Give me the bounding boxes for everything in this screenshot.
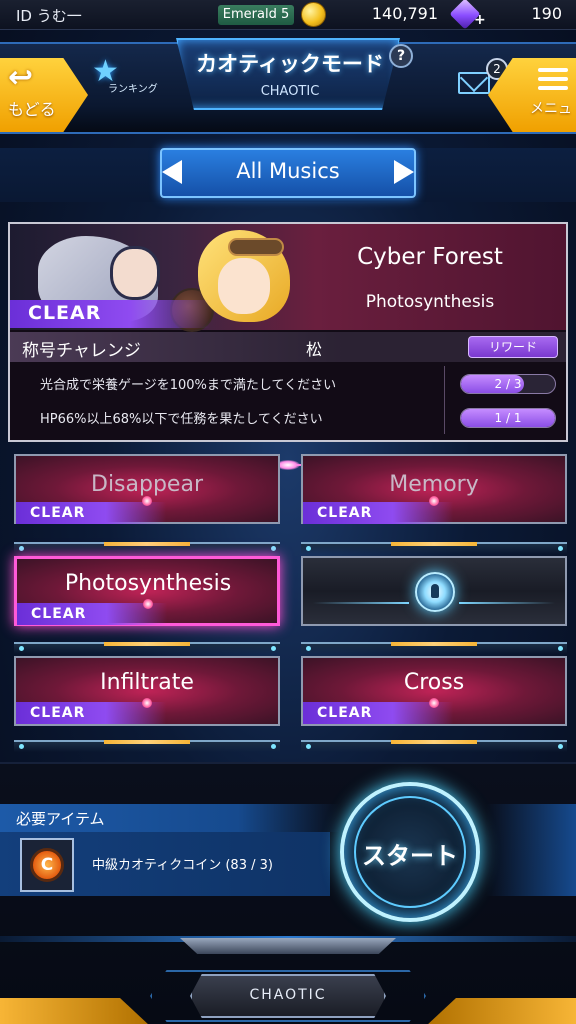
song-card-memory[interactable]: Memory CLEAR — [301, 446, 567, 526]
song-card-title: Memory — [389, 472, 479, 497]
header: ↩ もどる ★ ランキング カオティックモード CHAOTIC ? 2 メニュ — [0, 30, 576, 148]
prev-category-arrow-icon[interactable] — [160, 158, 184, 186]
chaotic-coin-item-icon[interactable]: C — [20, 838, 74, 892]
start-label: スタート — [362, 842, 458, 870]
start-button[interactable]: スタート — [340, 782, 480, 922]
song-card-disappear[interactable]: Disappear CLEAR — [14, 446, 280, 526]
title-challenge-header: 称号チャレンジ 松 リワード — [10, 332, 566, 362]
add-gem-icon[interactable]: + — [474, 12, 490, 28]
next-category-arrow-icon[interactable] — [392, 158, 416, 186]
clear-label: CLEAR — [28, 302, 102, 324]
clear-label: CLEAR — [30, 505, 86, 521]
song-banner: CLEAR Cyber Forest Photosynthesis — [10, 224, 566, 332]
music-category-selector: All Musics — [0, 148, 576, 202]
ranking-label: ランキング — [108, 84, 158, 95]
keyhole-lock-icon — [415, 572, 455, 612]
song-title: Cyber Forest — [357, 244, 503, 270]
menu-label: メニュ — [530, 101, 572, 117]
song-card-cross[interactable]: Cross CLEAR — [301, 642, 567, 728]
ranking-button[interactable]: ★ ランキング — [92, 54, 168, 104]
mode-tab-label: CHAOTIC — [249, 987, 327, 1003]
mission-progress-bar: 1 / 1 — [460, 408, 556, 428]
song-card-infiltrate[interactable]: Infiltrate CLEAR — [14, 642, 280, 728]
song-card-title: Photosynthesis — [64, 571, 232, 596]
clear-label: CLEAR — [317, 505, 373, 521]
song-card-next-row[interactable] — [14, 740, 280, 762]
back-label: もどる — [8, 100, 56, 119]
challenge-label: 称号チャレンジ — [22, 341, 141, 361]
song-card-title: Cross — [403, 670, 465, 695]
clear-label: CLEAR — [31, 606, 87, 622]
status-bar: ID うむ一 Emerald 5 140,791 + 190 — [0, 0, 576, 30]
bottom-panel: 必要アイテム C 中級カオティクコイン (83 / 3) スタート CHAOTI… — [0, 762, 576, 1024]
mission-text: HP66%以上68%以下で任務を果たしてください — [40, 412, 323, 427]
rank-badge: Emerald 5 — [218, 5, 294, 25]
category-label: All Musics — [236, 159, 340, 183]
mission-progress-bar: 2 / 3 — [460, 374, 556, 394]
song-card-title: Infiltrate — [100, 670, 194, 695]
coin-count: 140,791 — [371, 4, 438, 23]
page-title: カオティックモード — [196, 52, 384, 76]
gem-count: 190 — [531, 4, 562, 23]
mission-row: HP66%以上68%以下で任務を果たしてください 1 / 1 — [10, 400, 566, 434]
mission-progress-text: 1 / 1 — [494, 411, 522, 425]
hamburger-icon — [538, 68, 568, 92]
title-plate: カオティックモード CHAOTIC — [176, 38, 400, 110]
clear-badge: CLEAR — [10, 300, 210, 328]
selected-song-panel: CLEAR Cyber Forest Photosynthesis 称号チャレン… — [8, 222, 568, 442]
mail-icon — [458, 72, 490, 94]
song-card-next-row[interactable] — [301, 740, 567, 762]
reward-button[interactable]: リワード — [468, 336, 558, 358]
page-subtitle: CHAOTIC — [260, 84, 320, 99]
mission-text: 光合成で栄養ゲージを100%まで満たしてください — [40, 378, 337, 393]
required-items-header: 必要アイテム — [0, 804, 340, 832]
mission-progress-text: 2 / 3 — [494, 377, 522, 391]
song-card-photosynthesis[interactable]: Photosynthesis CLEAR — [14, 542, 280, 628]
song-card-title: Disappear — [91, 472, 203, 497]
challenge-tier: 松 — [306, 340, 323, 359]
song-card-locked[interactable] — [301, 542, 567, 628]
coin-letter: C — [30, 848, 64, 882]
required-item-row: C 中級カオティクコイン (83 / 3) — [0, 832, 330, 896]
required-items-label: 必要アイテム — [16, 810, 105, 828]
back-arrow-icon: ↩ — [8, 60, 34, 95]
clear-label: CLEAR — [317, 705, 373, 721]
help-icon[interactable]: ? — [389, 44, 413, 68]
clear-label: CLEAR — [30, 705, 86, 721]
coin-icon — [301, 2, 326, 27]
item-name: 中級カオティクコイン (83 / 3) — [92, 858, 273, 873]
mission-row: 光合成で栄養ゲージを100%まで満たしてください 2 / 3 — [10, 366, 566, 400]
player-id: ID うむ一 — [16, 7, 82, 25]
song-subtitle: Photosynthesis — [365, 292, 495, 312]
mode-tab-chaotic[interactable]: CHAOTIC — [190, 974, 386, 1018]
